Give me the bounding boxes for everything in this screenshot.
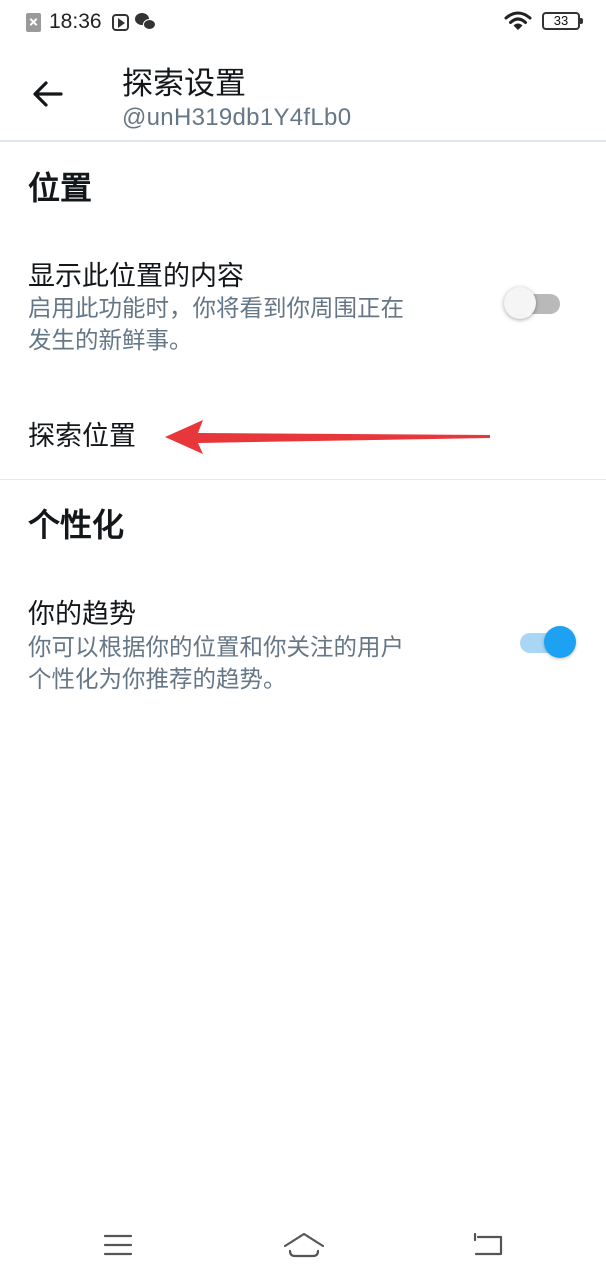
show-location-content-desc: 启用此功能时，你将看到你周围正在 发生的新鲜事。 bbox=[28, 292, 468, 356]
play-icon bbox=[111, 13, 129, 31]
system-nav-bar bbox=[0, 1210, 606, 1280]
wifi-icon bbox=[504, 11, 532, 30]
annotation-arrow bbox=[165, 420, 490, 454]
close-notification-icon bbox=[26, 12, 41, 32]
your-trends-toggle[interactable] bbox=[514, 622, 576, 662]
page-title: 探索设置 bbox=[122, 66, 246, 102]
show-location-content-toggle[interactable] bbox=[504, 283, 566, 323]
status-right: 33 bbox=[504, 10, 583, 32]
section-divider bbox=[0, 479, 606, 480]
wechat-icon bbox=[134, 13, 157, 31]
header: 探索设置 @unH319db1Y4fLb0 bbox=[0, 48, 606, 142]
your-trends-desc-line2: 个性化为你推荐的趋势。 bbox=[28, 665, 287, 693]
show-location-content-desc-line2: 发生的新鲜事。 bbox=[28, 326, 193, 354]
your-trends-title: 你的趋势 bbox=[28, 599, 136, 630]
menu-icon bbox=[103, 1234, 133, 1256]
back-icon bbox=[473, 1232, 503, 1256]
battery-icon: 33 bbox=[542, 12, 583, 30]
explore-location-item[interactable]: 探索位置 bbox=[28, 414, 136, 453]
arrow-left-icon bbox=[33, 81, 63, 107]
back-button[interactable] bbox=[28, 74, 68, 114]
menu-button[interactable] bbox=[98, 1228, 138, 1262]
status-left: 18:36 bbox=[26, 10, 157, 34]
home-icon bbox=[283, 1232, 325, 1258]
section-title-personalization: 个性化 bbox=[28, 506, 125, 544]
status-bar: 18:36 33 bbox=[0, 0, 606, 48]
back-nav-button[interactable] bbox=[468, 1228, 508, 1262]
your-trends-desc-line1: 你可以根据你的位置和你关注的用户 bbox=[28, 633, 404, 661]
your-trends-desc: 你可以根据你的位置和你关注的用户 个性化为你推荐的趋势。 bbox=[28, 631, 468, 695]
account-handle: @unH319db1Y4fLb0 bbox=[122, 104, 352, 131]
home-button[interactable] bbox=[281, 1228, 327, 1262]
show-location-content-desc-line1: 启用此功能时，你将看到你周围正在 bbox=[28, 294, 404, 322]
show-location-content-title: 显示此位置的内容 bbox=[28, 261, 244, 292]
battery-level: 33 bbox=[553, 13, 569, 28]
status-time: 18:36 bbox=[49, 10, 102, 33]
section-title-location: 位置 bbox=[28, 169, 93, 207]
